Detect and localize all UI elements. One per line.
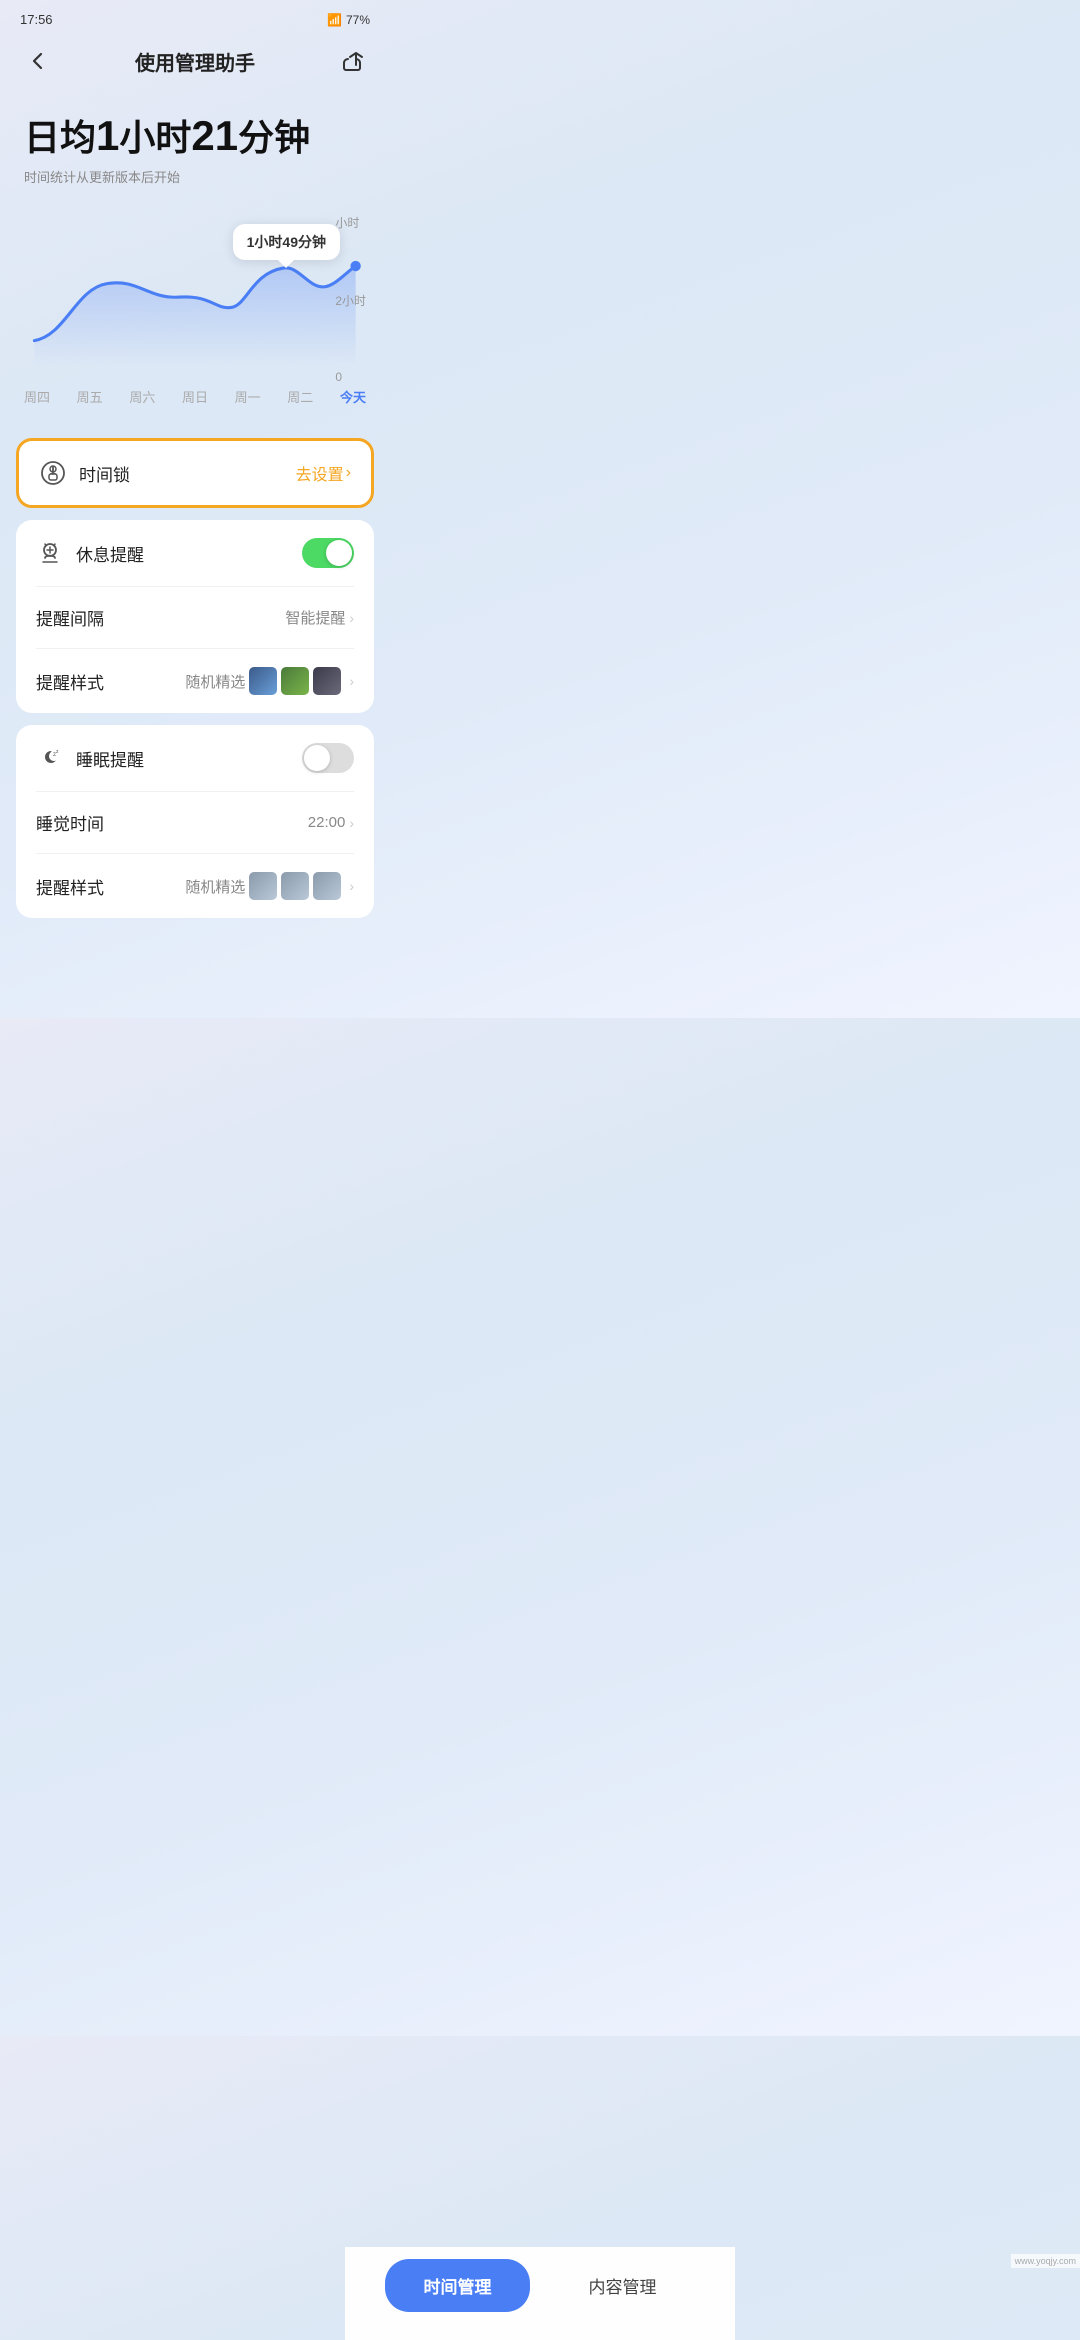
sleep-time-row[interactable]: 睡觉时间 22:00 › [16,792,374,853]
reminder-style-row[interactable]: 提醒样式 随机精选 › [16,649,374,713]
signal-icon: 📶 [327,13,342,27]
sleep-icon: z z [36,744,64,772]
time-lock-icon [39,459,67,487]
chevron-icon-1: › [349,610,354,626]
thumb-2 [281,667,309,695]
x-label-today: 今天 [340,387,366,406]
sleep-thumb-2 [281,872,309,900]
time-management-tab[interactable]: 时间管理 [385,2259,530,2312]
sleep-style-value: 随机精选 [185,876,245,897]
rest-reminder-toggle[interactable] [302,538,354,568]
minute-unit: 分钟 [238,117,310,158]
sleep-reminder-toggle[interactable] [302,743,354,773]
page-title: 使用管理助手 [135,47,255,76]
reminder-interval-row[interactable]: 提醒间隔 智能提醒 › [16,587,374,648]
chart-tooltip: 1小时49分钟 [233,224,340,260]
usage-chart: 1小时49分钟 小时 2小时 0 周四 周五 周六 周日 周一 周二 今天 [0,214,390,414]
daily-avg-subtitle: 时间统计从更新版本后开始 [24,167,366,186]
sleep-reminder-style-label: 提醒样式 [36,874,104,899]
back-button[interactable] [20,43,56,79]
time-lock-label: 时间锁 [79,461,130,486]
hour-number: 1 [96,112,119,159]
go-setting-button[interactable]: 去设置 › [296,461,351,485]
thumb-1 [249,667,277,695]
rest-reminder-icon [36,539,64,567]
x-label-sat: 周六 [129,387,155,406]
time-lock-row: 时间锁 去设置 › [19,441,371,505]
content-management-tab[interactable]: 内容管理 [550,2259,695,2312]
battery-text: 77% [346,13,370,27]
hour-unit: 小时 [119,117,191,158]
svg-text:z: z [56,749,59,755]
status-bar: 17:56 📶 77% [0,0,390,35]
daily-average-section: 日均1小时21分钟 时间统计从更新版本后开始 [0,95,390,194]
sleep-time-right: 22:00 › [308,814,354,831]
bottom-nav: 时间管理 内容管理 [345,2247,735,2340]
y-label-top: 小时 [335,214,366,231]
y-label-mid: 2小时 [335,292,366,309]
chevron-icon-2: › [349,673,354,689]
sleep-thumb-3 [313,872,341,900]
watermark: www.yoqjy.com [1011,2254,1080,2268]
x-label-sun: 周日 [182,387,208,406]
sleep-reminder-card: z z 睡眠提醒 睡觉时间 22:00 › 提醒样式 [16,725,374,918]
x-label-fri: 周五 [77,387,103,406]
chevron-icon-4: › [349,878,354,894]
x-label-thu: 周四 [24,387,50,406]
rest-reminder-card: 休息提醒 提醒间隔 智能提醒 › 提醒样式 随机精选 [16,520,374,713]
time-lock-card: 时间锁 去设置 › [16,438,374,508]
rest-reminder-label: 休息提醒 [76,541,144,566]
reminder-style-label: 提醒样式 [36,669,104,694]
daily-average-title: 日均1小时21分钟 [24,111,366,161]
sleep-time-value: 22:00 [308,814,346,831]
toggle-thumb [326,540,352,566]
rest-reminder-row: 休息提醒 [16,520,374,586]
status-time: 17:56 [20,12,53,27]
reminder-interval-value: 智能提醒 [285,607,345,628]
reminder-style-right: 随机精选 › [185,667,354,695]
sleep-reminder-style-right: 随机精选 › [185,872,354,900]
sleep-time-label: 睡觉时间 [36,810,104,835]
sleep-reminder-style-row[interactable]: 提醒样式 随机精选 › [16,854,374,918]
status-icons: 📶 77% [327,13,370,27]
thumb-3 [313,667,341,695]
cards-section: 时间锁 去设置 › 休息提醒 [0,414,390,918]
sleep-reminder-left: z z 睡眠提醒 [36,744,144,772]
y-label-bottom: 0 [335,370,366,384]
reminder-interval-label: 提醒间隔 [36,605,104,630]
rest-reminder-left: 休息提醒 [36,539,144,567]
chart-x-labels: 周四 周五 周六 周日 周一 周二 今天 [24,387,366,406]
time-lock-left: 时间锁 [39,459,130,487]
chevron-icon-3: › [349,815,354,831]
reminder-style-thumbs [249,667,341,695]
sleep-style-thumbs [249,872,341,900]
minute-number: 21 [191,112,238,159]
x-label-tue: 周二 [287,387,313,406]
daily-prefix: 日均 [24,117,96,158]
sleep-thumb-1 [249,872,277,900]
sleep-reminder-label: 睡眠提醒 [76,746,144,771]
sleep-toggle-thumb [304,745,330,771]
header: 使用管理助手 [0,35,390,95]
reminder-interval-right: 智能提醒 › [285,607,354,628]
share-button[interactable] [334,43,370,79]
sleep-reminder-row: z z 睡眠提醒 [16,725,374,791]
reminder-style-value: 随机精选 [185,671,245,692]
x-label-mon: 周一 [235,387,261,406]
